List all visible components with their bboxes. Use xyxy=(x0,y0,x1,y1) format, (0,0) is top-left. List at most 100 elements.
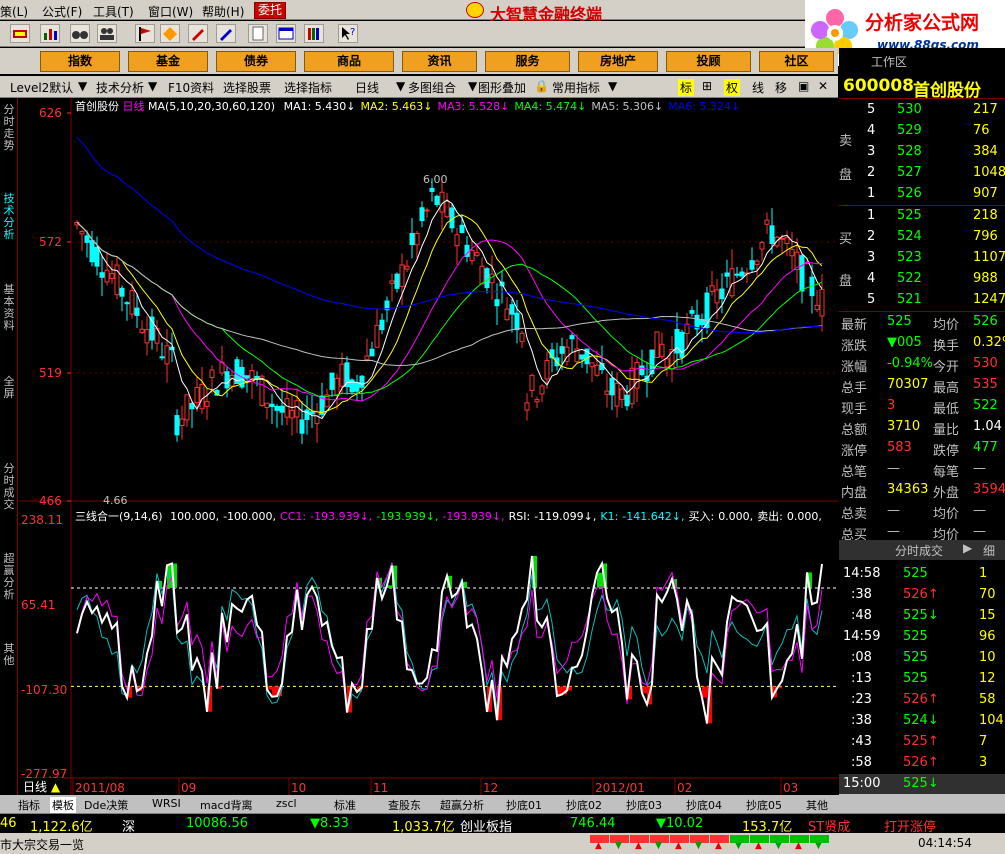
nav-service[interactable]: 服务 xyxy=(485,51,570,72)
menu-window[interactable]: 窗口(W) xyxy=(148,3,193,20)
flag-icon[interactable] xyxy=(135,24,155,43)
books-icon[interactable] xyxy=(304,24,324,43)
buy-price: 525 xyxy=(897,208,922,223)
close-icon[interactable]: ✕ xyxy=(818,79,828,93)
dropdown-arrow-icon[interactable]: ▼ xyxy=(148,79,157,93)
stock-name-label: 首创股份 xyxy=(75,100,119,113)
pen-icon[interactable] xyxy=(216,24,236,43)
level2-default[interactable]: Level2默认 xyxy=(10,79,73,96)
indicator-tab[interactable]: 超赢分析 xyxy=(440,797,484,813)
dropdown-arrow-icon[interactable]: ▼ xyxy=(608,79,617,93)
sidebar-item-basic[interactable]: 基本资料 xyxy=(1,284,17,332)
y-tick-label: 519 xyxy=(39,366,62,380)
sidebar-item-fullscreen[interactable]: 全屏 xyxy=(1,376,17,400)
line-btn[interactable]: 线 xyxy=(752,79,764,96)
indicator-tab[interactable]: 指标 xyxy=(18,797,40,813)
mark-btn[interactable]: 标 xyxy=(678,79,695,96)
indicator-tab[interactable]: macd背离 xyxy=(200,797,253,813)
arrow-up-icon: ▲ xyxy=(635,841,642,851)
nav-fund[interactable]: 基金 xyxy=(128,51,208,72)
tick-volume: 15 xyxy=(979,608,996,623)
sidebar-item-tech[interactable]: 技术分析 xyxy=(1,193,17,241)
dropdown-arrow-icon[interactable]: ▼ xyxy=(396,79,405,93)
candle-body xyxy=(104,269,110,283)
tech-analysis-btn[interactable]: 技术分析 xyxy=(96,79,144,96)
indicator-tab[interactable]: 抄底05 xyxy=(746,797,782,813)
indicator-tab[interactable]: Dde决策 xyxy=(84,797,128,813)
select-stock-btn[interactable]: 选择股票 xyxy=(223,79,271,96)
tick-price: 526↑ xyxy=(903,587,939,602)
oversold-fill xyxy=(702,686,707,698)
sidebar-item-chaoying[interactable]: 超赢分析 xyxy=(1,553,17,601)
nav-news[interactable]: 资讯 xyxy=(402,51,477,72)
diamond-icon[interactable] xyxy=(160,24,180,43)
stat-value: 525 xyxy=(887,314,912,329)
pencil-icon[interactable] xyxy=(188,24,208,43)
play-icon[interactable]: ▶ xyxy=(963,541,972,555)
sell-price: 527 xyxy=(897,165,922,180)
select-indicator-btn[interactable]: 选择指标 xyxy=(284,79,332,96)
stat-label: 每笔 xyxy=(933,465,960,480)
menu-formula[interactable]: 公式(F) xyxy=(42,3,82,20)
nav-bond[interactable]: 债券 xyxy=(216,51,296,72)
tick-volume: 3 xyxy=(979,755,988,770)
chart-icon[interactable] xyxy=(40,24,60,43)
indicator-tab[interactable]: 模板 xyxy=(50,797,76,813)
weituo-button[interactable]: 委托 xyxy=(254,2,286,19)
nav-index[interactable]: 指数 xyxy=(40,51,120,72)
overlay-btn[interactable]: 图形叠加 xyxy=(478,79,526,96)
sidebar-item-other[interactable]: 其他 xyxy=(1,643,17,667)
nav-commodity[interactable]: 商品 xyxy=(304,51,394,72)
window-icon[interactable]: ▣ xyxy=(798,79,809,93)
indicator-tab[interactable]: 其他 xyxy=(806,797,828,813)
sidebar-item-trades[interactable]: 分时成交 xyxy=(1,463,17,511)
indicator-tab[interactable]: 抄底02 xyxy=(566,797,602,813)
triangle-up-icon[interactable]: ▲ xyxy=(51,780,60,794)
indicator-tab[interactable]: 查股东 xyxy=(388,797,421,813)
binoculars-icon[interactable] xyxy=(70,24,90,43)
tick-volume: 96 xyxy=(979,629,996,644)
sell-volume: 76 xyxy=(973,123,990,138)
window-icon[interactable] xyxy=(276,24,296,43)
sell-volume: 217 xyxy=(973,102,998,117)
doc-icon[interactable] xyxy=(248,24,268,43)
menu-tools[interactable]: 工具(T) xyxy=(93,3,134,20)
dropdown-arrow-icon[interactable]: ▼ xyxy=(78,79,87,93)
indicator-tab[interactable]: zscl xyxy=(276,797,297,810)
candle-body xyxy=(579,354,585,360)
nav-realestate[interactable]: 房地产 xyxy=(578,51,658,72)
dropdown-arrow-icon[interactable]: ▼ xyxy=(468,79,477,93)
move-btn[interactable]: 移 xyxy=(775,79,787,96)
status-block-trade[interactable]: 市大宗交易一览 xyxy=(0,836,84,853)
crosshair-icon[interactable]: ⊞ xyxy=(702,79,712,93)
chart-area[interactable]: 626 572 519 466 238.11 65.41 -107.30 -277.97 2… xyxy=(19,98,839,795)
up-down-ratio: ▲ ▼ ▲ ▼ ▲ ▼ ▲ ▼ ▲ ▼ ▲ ▼ xyxy=(590,835,830,851)
sidebar-item-intraday[interactable]: 分时走势 xyxy=(1,104,17,152)
menu-help[interactable]: 帮助(H) xyxy=(202,3,244,20)
menu-strategy[interactable]: 策(L) xyxy=(0,3,28,20)
nav-community[interactable]: 社区 xyxy=(759,51,834,72)
f10-btn[interactable]: F10资料 xyxy=(168,79,214,96)
indicator-tab[interactable]: 抄底01 xyxy=(506,797,542,813)
rights-btn[interactable]: 权 xyxy=(724,79,741,96)
multi-chart-btn[interactable]: 多图组合 xyxy=(408,79,456,96)
nav-advisor[interactable]: 投顾 xyxy=(666,51,751,72)
candle-body xyxy=(299,419,305,434)
status-bar-2: 市大宗交易一览 ▲ ▼ ▲ ▼ ▲ ▼ ▲ ▼ ▲ ▼ ▲ ▼ 04:14:54 xyxy=(0,833,1005,854)
sub-legend-item: 0.000, xyxy=(718,510,754,523)
status-sz-change: ▼8.33 xyxy=(310,816,349,831)
detail-btn[interactable]: 细 xyxy=(983,542,995,559)
help-cursor-icon[interactable]: ? xyxy=(338,24,358,43)
daily-period-btn[interactable]: 日线 xyxy=(355,79,379,96)
indicator-tab[interactable]: 抄底04 xyxy=(686,797,722,813)
people-icon[interactable] xyxy=(97,24,117,43)
stat-value: — xyxy=(973,503,986,518)
quote-icon[interactable] xyxy=(10,24,30,43)
indicator-tab[interactable]: WRSI xyxy=(152,797,181,810)
candle-body xyxy=(379,319,385,331)
common-indicator-btn[interactable]: 常用指标 xyxy=(552,79,600,96)
candle-body xyxy=(419,207,425,222)
indicator-tab[interactable]: 抄底03 xyxy=(626,797,662,813)
indicator-tab[interactable]: 标准 xyxy=(334,797,356,813)
lock-icon[interactable]: 🔒 xyxy=(534,79,549,93)
